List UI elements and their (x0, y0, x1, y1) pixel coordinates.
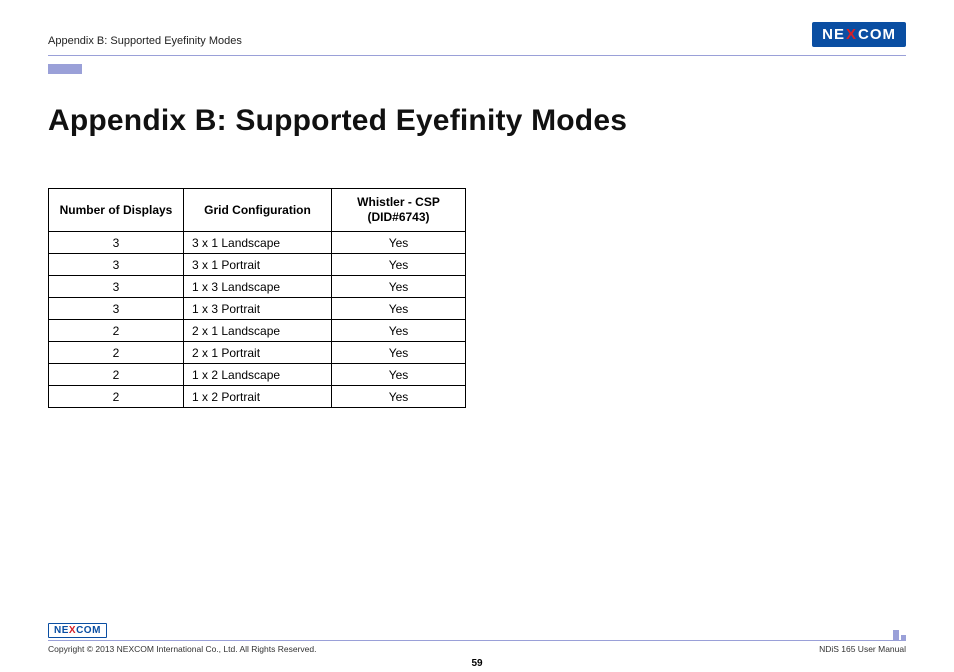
cell-whistler-csp: Yes (332, 298, 466, 320)
cell-num-displays: 2 (49, 320, 184, 342)
cell-grid-config: 1 x 2 Portrait (184, 386, 332, 408)
table-row: 22 x 1 PortraitYes (49, 342, 466, 364)
brand-logo: NEXCOM (812, 22, 906, 47)
header-rule (48, 55, 906, 56)
logo-x: X (845, 26, 858, 43)
running-head: Appendix B: Supported Eyefinity Modes (48, 35, 242, 47)
accent-bar (48, 64, 82, 74)
cell-whistler-csp: Yes (332, 342, 466, 364)
logo-pre: NE (822, 26, 845, 43)
page-title: Appendix B: Supported Eyefinity Modes (48, 104, 906, 138)
copyright-text: Copyright © 2013 NEXCOM International Co… (48, 644, 316, 654)
footer-logo-post: COM (76, 625, 101, 636)
cell-whistler-csp: Yes (332, 254, 466, 276)
footer-logo-x: X (69, 625, 76, 636)
cell-num-displays: 3 (49, 232, 184, 254)
cell-whistler-csp: Yes (332, 386, 466, 408)
cell-num-displays: 3 (49, 254, 184, 276)
table-row: 31 x 3 PortraitYes (49, 298, 466, 320)
logo-post: COM (858, 26, 896, 43)
eyefinity-modes-table: Number of Displays Grid Configuration Wh… (48, 188, 466, 408)
page-number: 59 (48, 658, 906, 669)
cell-grid-config: 1 x 2 Landscape (184, 364, 332, 386)
table-row: 22 x 1 LandscapeYes (49, 320, 466, 342)
col-header-grid: Grid Configuration (184, 189, 332, 232)
table-row: 33 x 1 LandscapeYes (49, 232, 466, 254)
footer-brand-logo: NEXCOM (48, 623, 107, 638)
cell-whistler-csp: Yes (332, 232, 466, 254)
cell-grid-config: 1 x 3 Portrait (184, 298, 332, 320)
manual-name: NDiS 165 User Manual (819, 644, 906, 654)
corner-decoration-icon (893, 630, 906, 640)
col-header-csp: Whistler - CSP (DID#6743) (332, 189, 466, 232)
cell-num-displays: 2 (49, 386, 184, 408)
table-header-row: Number of Displays Grid Configuration Wh… (49, 189, 466, 232)
cell-num-displays: 3 (49, 298, 184, 320)
footer-rule (48, 640, 906, 641)
col-header-csp-line1: Whistler - CSP (357, 195, 440, 209)
table-row: 21 x 2 LandscapeYes (49, 364, 466, 386)
col-header-displays: Number of Displays (49, 189, 184, 232)
col-header-csp-line2: (DID#6743) (367, 210, 429, 224)
table-row: 31 x 3 LandscapeYes (49, 276, 466, 298)
cell-grid-config: 2 x 1 Portrait (184, 342, 332, 364)
cell-num-displays: 2 (49, 342, 184, 364)
cell-num-displays: 2 (49, 364, 184, 386)
cell-grid-config: 1 x 3 Landscape (184, 276, 332, 298)
cell-grid-config: 2 x 1 Landscape (184, 320, 332, 342)
cell-whistler-csp: Yes (332, 276, 466, 298)
table-row: 33 x 1 PortraitYes (49, 254, 466, 276)
cell-grid-config: 3 x 1 Landscape (184, 232, 332, 254)
footer-logo-pre: NE (54, 625, 69, 636)
table-row: 21 x 2 PortraitYes (49, 386, 466, 408)
cell-whistler-csp: Yes (332, 320, 466, 342)
cell-grid-config: 3 x 1 Portrait (184, 254, 332, 276)
cell-whistler-csp: Yes (332, 364, 466, 386)
cell-num-displays: 3 (49, 276, 184, 298)
